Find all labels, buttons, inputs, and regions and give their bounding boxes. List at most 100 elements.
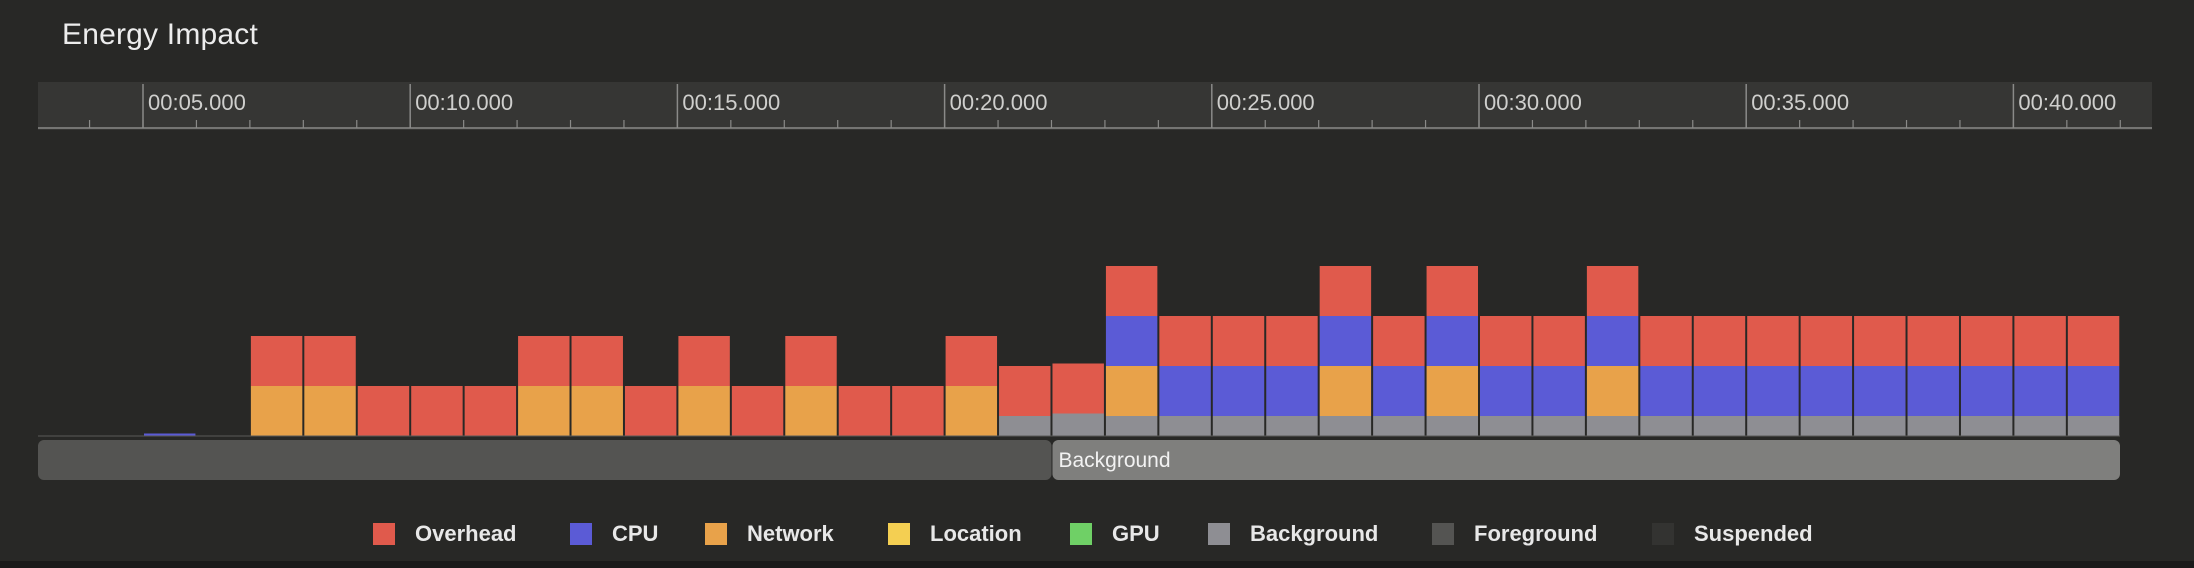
bar-segment-cpu: [1480, 366, 1532, 416]
bar-segment-cpu: [1533, 366, 1585, 416]
bar-segment-overhead: [731, 386, 784, 436]
bar-segment-cpu: [1960, 366, 2013, 416]
bar-segment-background: [1907, 416, 1959, 436]
bar-segment-cpu: [1266, 366, 1318, 416]
bar-segment-background: [2067, 416, 2120, 436]
bar-segment-background: [1586, 416, 1639, 436]
legend-swatch-gpu: [1070, 523, 1092, 545]
bar-segment-background: [1693, 416, 1746, 436]
bar-segment-network: [1105, 366, 1158, 416]
legend-swatch-foreground: [1432, 523, 1454, 545]
tick-label: 00:35.000: [1751, 90, 1849, 115]
state-band-background: [1052, 440, 2120, 480]
legend-label: Network: [747, 521, 834, 546]
legend-item-overhead: Overhead: [373, 516, 517, 552]
bar-segment-overhead: [1586, 266, 1639, 316]
bar-segment-overhead: [2014, 316, 2066, 366]
bar-segment-overhead: [838, 386, 891, 436]
legend-label: GPU: [1112, 521, 1160, 546]
bar-segment-cpu: [1907, 366, 1959, 416]
legend-label: CPU: [612, 521, 659, 546]
bar-segment-network: [518, 386, 570, 436]
bar-segment-cpu: [1212, 366, 1265, 416]
bar-segment-overhead: [2067, 316, 2120, 366]
bar-segment-overhead: [1480, 316, 1532, 366]
legend-label: Background: [1250, 521, 1379, 546]
legend-label: Suspended: [1694, 521, 1813, 546]
tick-label: 00:20.000: [950, 90, 1048, 115]
bar-segment-network: [945, 386, 998, 436]
bar-segment-overhead: [1105, 266, 1158, 316]
legend-item-background: Background: [1208, 516, 1378, 552]
legend-label: Foreground: [1474, 521, 1598, 546]
bar-segment-network: [571, 386, 623, 436]
bar-segment-background: [1159, 416, 1211, 436]
tick-label: 00:10.000: [415, 90, 513, 115]
bar-segment-cpu: [1640, 366, 1692, 416]
bar-segment-background: [1266, 416, 1318, 436]
bar-segment-network: [1319, 366, 1372, 416]
bar-segment-cpu: [1426, 316, 1478, 366]
bar-segment-background: [1212, 416, 1265, 436]
bar-segment-cpu: [2014, 366, 2066, 416]
bar-segment-background: [1052, 413, 1104, 436]
bottom-edge: [0, 561, 2194, 568]
bar-segment-overhead: [785, 336, 837, 386]
bar-segment-cpu: [1586, 316, 1639, 366]
bar-segment-overhead: [1800, 316, 1853, 366]
energy-impact-chart: 00:05.000 00:10.000 00:15.000 00:20.000 00:2…: [38, 84, 2152, 480]
bar-segment-overhead: [1640, 316, 1692, 366]
bar-segment-background: [1480, 416, 1532, 436]
bar-segment-overhead: [1693, 316, 1746, 366]
legend-item-location: Location: [888, 516, 1022, 552]
legend-swatch-network: [705, 523, 727, 545]
bar-segment-network: [678, 386, 730, 436]
tick-label: 00:15.000: [682, 90, 780, 115]
legend-item-suspended: Suspended: [1652, 516, 1813, 552]
legend-item-gpu: GPU: [1070, 516, 1160, 552]
bar-segment-background: [1960, 416, 2013, 436]
bar-segment-overhead: [1052, 363, 1104, 414]
tick-label: 00:30.000: [1484, 90, 1582, 115]
tick-label: 00:25.000: [1217, 90, 1315, 115]
bar-segment-overhead: [624, 386, 677, 436]
bar-segment-background: [1373, 416, 1425, 436]
legend-label: Overhead: [415, 521, 517, 546]
bar-segment-overhead: [1747, 316, 1799, 366]
bar-segment-background: [1640, 416, 1692, 436]
bar-segment-overhead: [357, 386, 410, 436]
bar-segment-overhead: [1854, 316, 1906, 366]
bar-segment-overhead: [1426, 266, 1478, 316]
bar-segment-overhead: [1159, 316, 1211, 366]
legend-swatch-cpu: [570, 523, 592, 545]
bar-segment-overhead: [304, 336, 356, 386]
state-band-foreground: [38, 440, 1052, 480]
legend: Overhead CPU Network Location GPU Backgr…: [0, 516, 2194, 552]
legend-label: Location: [930, 521, 1022, 546]
legend-swatch-location: [888, 523, 910, 545]
bar-segment-overhead: [999, 366, 1051, 416]
bar-segment-cpu: [1800, 366, 1853, 416]
legend-item-cpu: CPU: [570, 516, 658, 552]
bar-segment-cpu: [2067, 366, 2120, 416]
bar-segment-overhead: [518, 336, 570, 386]
legend-swatch-suspended: [1652, 523, 1674, 545]
bar-segment-overhead: [1373, 316, 1425, 366]
bar-segment-overhead: [1319, 266, 1372, 316]
bar-segment-overhead: [1266, 316, 1318, 366]
bar-segment-network: [1426, 366, 1478, 416]
bar-segment-cpu: [1693, 366, 1746, 416]
bar-segment-overhead: [464, 386, 517, 436]
bar-segment-background: [1800, 416, 1853, 436]
tick-label: 00:40.000: [2018, 90, 2116, 115]
bar-segment-overhead: [678, 336, 730, 386]
tick-label: 00:05.000: [148, 90, 246, 115]
bar-segment-overhead: [892, 386, 944, 436]
legend-swatch-background: [1208, 523, 1230, 545]
bar-segment-cpu: [1105, 316, 1158, 366]
bar-segment-overhead: [1960, 316, 2013, 366]
bar-segment-background: [1319, 416, 1372, 436]
legend-item-foreground: Foreground: [1432, 516, 1597, 552]
state-band-label: Background: [1058, 449, 1170, 472]
bar-segment-network: [1586, 366, 1639, 416]
